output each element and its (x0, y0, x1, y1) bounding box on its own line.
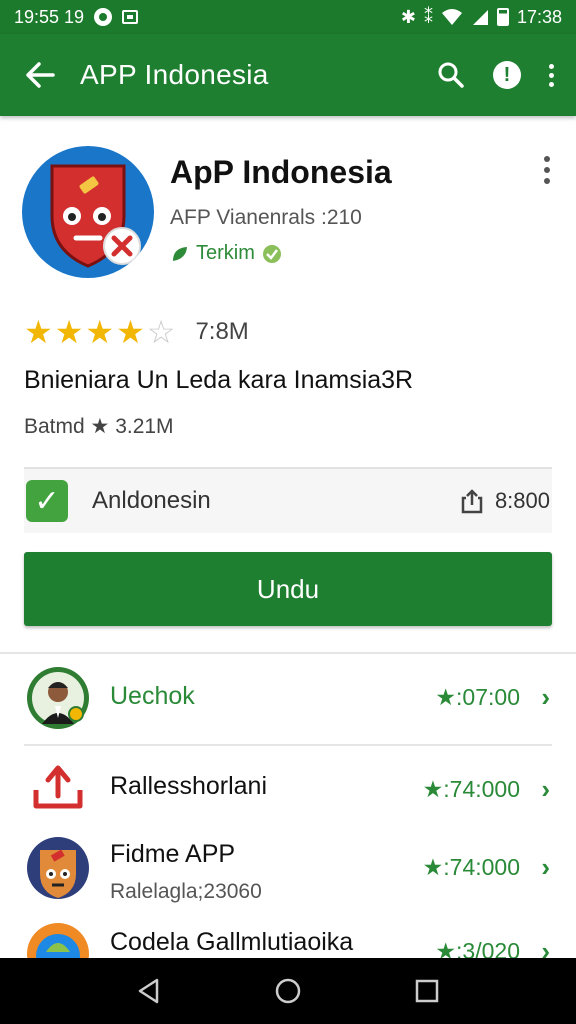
list-item[interactable]: Rallesshorlani ★:74:000 › (0, 756, 576, 820)
install-button[interactable]: Undu (24, 552, 552, 626)
status-bar: 19:55 19 ✱ ⁑ 17:38 (0, 0, 576, 34)
vibrate-icon: ⁑ (423, 7, 433, 27)
back-button[interactable] (0, 62, 80, 88)
app-list-icon (26, 836, 90, 900)
app-toolbar: APP Indonesia ! (0, 34, 576, 116)
wifi-icon (441, 9, 462, 25)
app-name: ApP Indonesia (170, 154, 392, 190)
star-empty-icon: ☆ (146, 314, 176, 350)
upload-icon-wrap (26, 756, 90, 820)
chevron-right-icon[interactable]: › (541, 852, 550, 883)
rating-count: 7:8M (195, 318, 249, 345)
star-filled-icon: ★ (24, 314, 53, 350)
list-item-price: ★:3/020 (435, 938, 520, 958)
status-right-time: 17:38 (516, 6, 562, 27)
info-row[interactable]: ✓ Anldonesin 8:800 (24, 467, 552, 533)
list-item-price: ★:74:000 (422, 854, 520, 880)
list-divider (24, 744, 552, 746)
list-item-title: Codela Gallmlutiaoika (110, 928, 354, 956)
info-label: Anldonesin (92, 487, 211, 514)
app-tagline: Bnieniara Un Leda kara Inamsia3R (24, 366, 414, 394)
star-filled-icon: ★ (54, 314, 84, 350)
chevron-right-icon[interactable]: › (541, 936, 550, 958)
list-item[interactable]: Fidme APP Ralelagla;23060 ★:74:000 › (0, 834, 576, 908)
list-item-subtitle: Ralelagla;23060 (110, 880, 262, 903)
rating-stars: ★ ★ ★ ★ ☆ (24, 316, 175, 348)
toolbar-title: APP Indonesia (80, 59, 269, 90)
app-meta: Batmd ★ 3.21M (24, 415, 174, 438)
chevron-right-icon[interactable]: › (541, 774, 550, 805)
signal-icon (472, 10, 488, 25)
status-left-time: 19:55 19 (14, 6, 85, 27)
overflow-menu-icon[interactable] (549, 63, 554, 87)
nav-home-icon[interactable] (274, 977, 302, 1005)
list-item[interactable]: Codela Gallmlutiaoika ★:3/020 › (0, 920, 576, 958)
system-nav-bar (0, 958, 576, 1024)
message-icon (122, 10, 139, 24)
verified-icon (262, 244, 281, 263)
app-logo (22, 146, 154, 278)
nav-back-icon[interactable] (135, 977, 163, 1005)
list-item-title: Fidme APP (110, 840, 236, 868)
shield-logo-icon (50, 164, 141, 268)
leaf-icon (173, 246, 187, 261)
app-icon (27, 923, 89, 958)
list-item-price: ★:74:000 (422, 776, 520, 802)
shield-app-icon (27, 837, 89, 899)
app-badge: Terkim (170, 242, 283, 265)
section-divider (0, 652, 576, 654)
share-icon[interactable] (459, 488, 485, 514)
battery-icon (496, 8, 509, 26)
list-item-title: Uechok (110, 682, 195, 710)
chevron-right-icon[interactable]: › (541, 682, 550, 713)
bluetooth-icon: ✱ (400, 7, 416, 27)
list-item[interactable]: Uechok ★:07:00 › (0, 666, 576, 730)
rating-row: ★ ★ ★ ★ ☆ 7:8M (24, 316, 249, 348)
app-list-icon (26, 922, 90, 958)
app-developer: AFP Vianenrals :210 (170, 206, 362, 229)
info-value: 8:800 (494, 488, 550, 513)
app-more-menu-icon[interactable] (544, 156, 550, 184)
star-filled-icon: ★ (116, 314, 145, 350)
list-item-price: ★:07:00 (435, 684, 520, 710)
alert-icon[interactable]: ! (493, 61, 521, 89)
checkmark-icon: ✓ (26, 480, 68, 522)
list-item-title: Rallesshorlani (110, 772, 268, 800)
avatar (26, 666, 90, 730)
app-header: ApP Indonesia AFP Vianenrals :210 Terkim (0, 116, 576, 306)
star-filled-icon: ★ (85, 314, 115, 350)
back-arrow-icon (26, 62, 55, 88)
upload-icon (33, 765, 83, 809)
person-avatar-icon (27, 667, 89, 729)
notification-icon (94, 8, 113, 26)
nav-recents-icon[interactable] (413, 977, 441, 1005)
search-icon[interactable] (437, 61, 465, 89)
app-badge-label: Terkim (196, 242, 255, 264)
